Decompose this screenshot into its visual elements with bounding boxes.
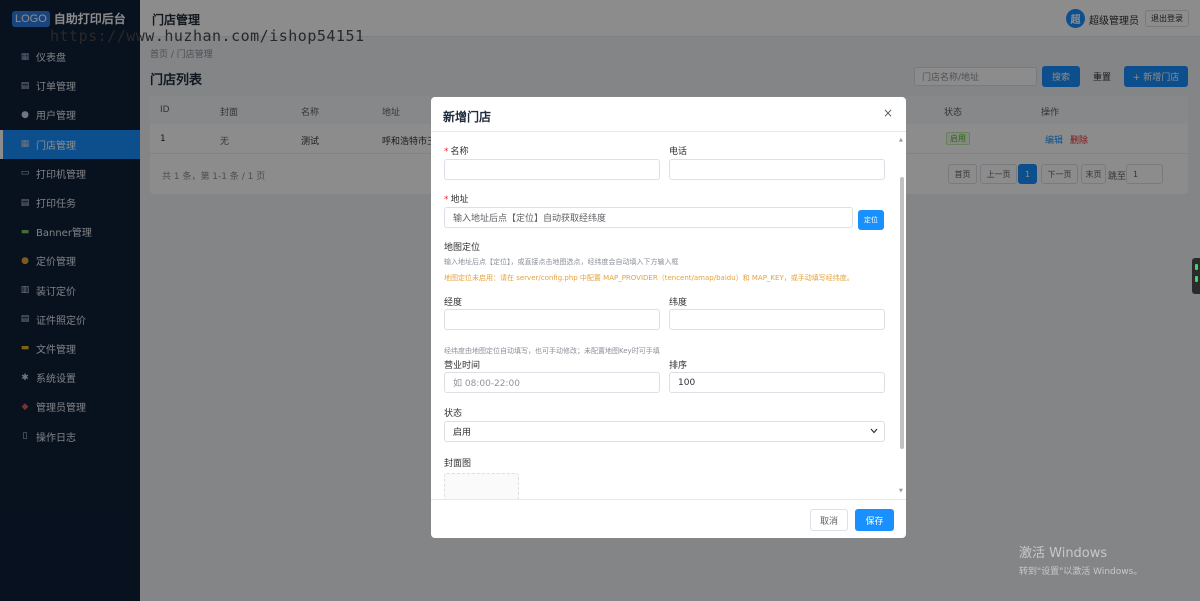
hours-input[interactable]: 如 08:00-22:00 bbox=[444, 372, 660, 393]
cancel-button[interactable]: 取消 bbox=[810, 509, 848, 531]
longitude-input[interactable] bbox=[444, 309, 660, 330]
cover-upload[interactable] bbox=[444, 473, 519, 499]
name-label: * 名称 bbox=[444, 147, 469, 157]
save-button[interactable]: 保存 bbox=[855, 509, 894, 531]
scroll-down-icon[interactable]: ▼ bbox=[899, 488, 903, 494]
status-select-value: 启用 bbox=[453, 428, 472, 438]
map-label: 地图定位 bbox=[444, 243, 481, 253]
close-icon[interactable]: × bbox=[883, 106, 893, 120]
coordinate-hint: 经纬度由地图定位自动填写，也可手动修改；未配置地图Key时可手填 bbox=[444, 347, 660, 355]
scroll-up-icon[interactable]: ▲ bbox=[899, 137, 903, 143]
latitude-input[interactable] bbox=[669, 309, 885, 330]
longitude-label: 经度 bbox=[444, 298, 463, 308]
dialog-title: 新增门店 bbox=[443, 110, 492, 124]
hours-label: 营业时间 bbox=[444, 361, 481, 371]
dialog-footer: 取消 保存 bbox=[431, 499, 906, 538]
address-input[interactable]: 输入地址后点【定位】自动获取经纬度 bbox=[444, 207, 853, 228]
activation-title: 激活 Windows bbox=[1019, 546, 1108, 561]
phone-input[interactable] bbox=[669, 159, 885, 180]
sort-input[interactable]: 100 bbox=[669, 372, 885, 393]
windows-activation-notice: 激活 Windows 转到"设置"以激活 Windows。 bbox=[1019, 542, 1142, 577]
locate-button[interactable]: 定位 bbox=[858, 210, 884, 230]
scrollbar-thumb[interactable] bbox=[900, 177, 904, 449]
activation-hint: 转到"设置"以激活 Windows。 bbox=[1019, 567, 1143, 577]
address-label-text: 地址 bbox=[450, 195, 469, 205]
address-label: * 地址 bbox=[444, 195, 469, 205]
phone-label: 电话 bbox=[669, 147, 688, 157]
status-select[interactable]: 启用 bbox=[444, 421, 885, 442]
add-store-dialog: 新增门店 × * 名称 电话 * 地址 输入地址后点【定位】自动获取经纬度 定位 地… bbox=[431, 97, 906, 538]
name-input[interactable] bbox=[444, 159, 660, 180]
name-label-text: 名称 bbox=[450, 147, 469, 157]
sort-label: 排序 bbox=[669, 361, 688, 371]
map-warning: 地图定位未启用：请在 server/config.php 中配置 MAP_PRO… bbox=[444, 274, 854, 282]
dialog-body: * 名称 电话 * 地址 输入地址后点【定位】自动获取经纬度 定位 地图定位 输入地… bbox=[431, 133, 906, 499]
dialog-header: 新增门店 × bbox=[431, 97, 906, 132]
latitude-label: 纬度 bbox=[669, 298, 688, 308]
chevron-down-icon bbox=[870, 427, 878, 437]
cover-label: 封面图 bbox=[444, 459, 472, 469]
status-label: 状态 bbox=[444, 409, 463, 419]
edge-widget[interactable] bbox=[1192, 258, 1200, 294]
map-hint: 输入地址后点【定位】，或直接点击地图选点，经纬度会自动填入下方输入框 bbox=[444, 258, 679, 266]
